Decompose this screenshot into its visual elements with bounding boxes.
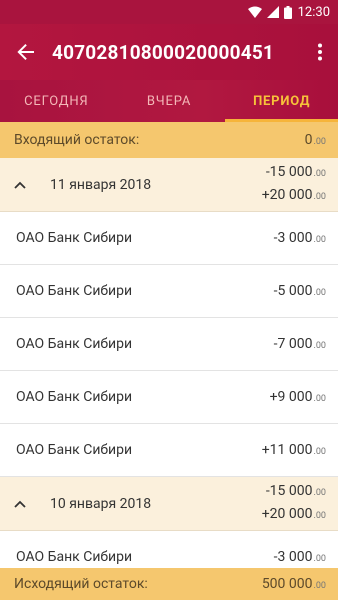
closing-balance-amount: 500 000 [261, 576, 313, 592]
transaction-row[interactable]: ОАО Банк Сибири -7 000.00 [0, 318, 338, 371]
transaction-list[interactable]: 11 января 2018 -15 000.00 +20 000.00 ОАО… [0, 158, 338, 568]
counterparty-name: ОАО Банк Сибири [16, 442, 133, 458]
app-bar: 40702810800020000451 [0, 24, 338, 80]
group-debit-cents: .00 [313, 487, 327, 498]
collapse-group-button[interactable] [14, 500, 36, 508]
opening-balance-label: Входящий остаток: [14, 132, 140, 148]
overflow-menu-button[interactable] [302, 24, 338, 80]
transaction-amount: -7 000.00 [274, 336, 326, 352]
transaction-row[interactable]: ОАО Банк Сибири +11 000.00 [0, 424, 338, 477]
group-debit-total: -15 000.00 [262, 162, 326, 185]
group-credit-total: +20 000.00 [262, 185, 326, 208]
counterparty-name: ОАО Банк Сибири [16, 230, 133, 246]
transaction-amount: +11 000.00 [262, 442, 326, 458]
amount-value: -3 000 [273, 549, 313, 565]
tab-yesterday[interactable]: ВЧЕРА [113, 80, 226, 122]
group-credit-amount: +20 000 [261, 505, 313, 522]
counterparty-name: ОАО Банк Сибири [16, 389, 133, 405]
signal-icon [266, 6, 279, 18]
group-totals: -15 000.00 +20 000.00 [262, 481, 326, 527]
amount-cents: .00 [313, 341, 327, 351]
group-date: 10 января 2018 [50, 495, 152, 512]
transaction-amount: -3 000.00 [274, 549, 326, 565]
group-debit-amount: -15 000 [265, 163, 313, 180]
group-credit-total: +20 000.00 [262, 504, 326, 527]
group-credit-cents: .00 [313, 510, 327, 521]
transaction-row[interactable]: ОАО Банк Сибири -5 000.00 [0, 265, 338, 318]
date-group-header[interactable]: 10 января 2018 -15 000.00 +20 000.00 [0, 477, 338, 531]
opening-balance-value: 0.00 [305, 132, 326, 148]
closing-balance-value: 500 000.00 [262, 576, 326, 592]
date-group-header[interactable]: 11 января 2018 -15 000.00 +20 000.00 [0, 158, 338, 212]
group-debit-total: -15 000.00 [262, 481, 326, 504]
closing-balance-label: Исходящий остаток: [14, 576, 148, 592]
chevron-up-icon [14, 500, 26, 508]
amount-cents: .00 [313, 235, 327, 245]
amount-cents: .00 [313, 394, 327, 404]
amount-value: +11 000 [261, 442, 313, 458]
status-time: 12:30 [297, 4, 330, 20]
group-credit-amount: +20 000 [261, 186, 313, 203]
account-number-title: 40702810800020000451 [52, 40, 275, 64]
chevron-up-icon [14, 181, 26, 189]
amount-value: -7 000 [273, 336, 313, 352]
back-button[interactable] [0, 24, 52, 80]
collapse-group-button[interactable] [14, 181, 36, 189]
amount-cents: .00 [313, 447, 327, 457]
transaction-amount: -3 000.00 [274, 230, 326, 246]
counterparty-name: ОАО Банк Сибири [16, 549, 133, 565]
battery-icon [283, 5, 292, 19]
amount-value: -3 000 [273, 230, 313, 246]
status-bar: 12:30 [0, 0, 338, 24]
tab-today[interactable]: СЕГОДНЯ [0, 80, 113, 122]
transaction-row[interactable]: ОАО Банк Сибири -3 000.00 [0, 531, 338, 568]
group-credit-cents: .00 [313, 191, 327, 202]
period-tabs: СЕГОДНЯ ВЧЕРА ПЕРИОД [0, 80, 338, 122]
counterparty-name: ОАО Банк Сибири [16, 336, 133, 352]
counterparty-name: ОАО Банк Сибири [16, 283, 133, 299]
status-icons [247, 5, 292, 19]
group-date: 11 января 2018 [50, 176, 152, 193]
group-totals: -15 000.00 +20 000.00 [262, 162, 326, 208]
transaction-row[interactable]: ОАО Банк Сибири +9 000.00 [0, 371, 338, 424]
transaction-amount: +9 000.00 [270, 389, 326, 405]
opening-balance-bar: Входящий остаток: 0.00 [0, 122, 338, 158]
wifi-icon [247, 6, 262, 18]
amount-value: -5 000 [273, 283, 313, 299]
group-debit-cents: .00 [313, 168, 327, 179]
more-vert-icon [318, 43, 322, 61]
tab-period[interactable]: ПЕРИОД [225, 80, 338, 122]
amount-cents: .00 [313, 554, 327, 564]
amount-value: +9 000 [269, 389, 313, 405]
group-debit-amount: -15 000 [265, 482, 313, 499]
arrow-back-icon [17, 44, 34, 60]
transaction-amount: -5 000.00 [274, 283, 326, 299]
amount-cents: .00 [313, 288, 327, 298]
transaction-row[interactable]: ОАО Банк Сибири -3 000.00 [0, 212, 338, 265]
opening-balance-amount: 0 [304, 132, 313, 148]
closing-balance-bar: Исходящий остаток: 500 000.00 [0, 568, 338, 600]
closing-balance-cents: .00 [313, 581, 327, 591]
opening-balance-cents: .00 [313, 137, 327, 147]
